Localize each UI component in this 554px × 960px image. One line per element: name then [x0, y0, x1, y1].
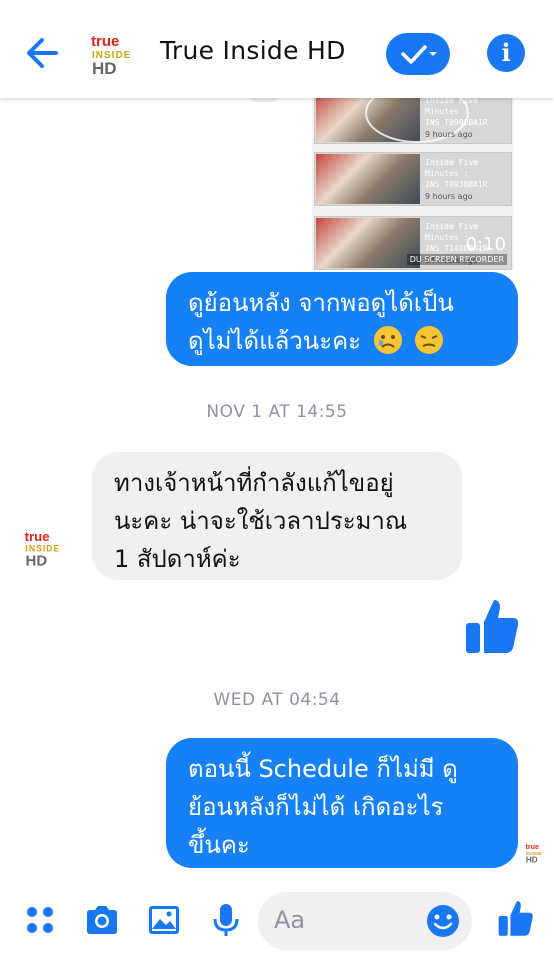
like-icon[interactable] [462, 596, 520, 656]
sad-face-emoji-icon [373, 326, 402, 354]
message-line: ตอนนี้ Schedule ก็ไม่มี ดู [188, 755, 458, 783]
message-line: ดูไม่ได้แล้วนะคะ [188, 327, 362, 355]
video-code: INS_T0900BA1R [425, 118, 488, 127]
timestamp-divider: NOV 1 AT 14:55 [206, 402, 348, 422]
video-thumbnail [316, 218, 420, 268]
logo-hd-text: HD [526, 856, 538, 864]
outgoing-message-bubble[interactable]: ตอนนี้ Schedule ก็ไม่มี ดู ย้อนหลังก็ไม่… [166, 738, 518, 868]
recorder-timer: 0:10 [465, 234, 506, 255]
video-caption: Inside Five Minutes : [425, 158, 478, 178]
incoming-message-bubble[interactable]: ทางเจ้าหน้าที่กำลังแก้ไขอยู่ นะคะ น่าจะใ… [92, 452, 462, 580]
video-thumbnail [316, 154, 420, 204]
message-line: ดูย้อนหลัง จากพอดูได้เป็น [188, 289, 454, 317]
photo-icon[interactable] [146, 902, 182, 938]
conversation-title[interactable]: True Inside HD [160, 36, 346, 65]
message-composer: Aa [0, 880, 554, 960]
page-avatar-logo[interactable]: true INSIDE HD [88, 32, 138, 78]
info-icon[interactable]: i [487, 34, 525, 72]
read-receipt-avatar: true INSIDE HD [524, 842, 548, 864]
logo-true-text: true [525, 842, 539, 851]
timestamp-divider: WED AT 04:54 [213, 690, 341, 710]
shared-screenshot-image[interactable]: Inside Five Minutes : INS_T0900BA1R 9 ho… [312, 90, 514, 270]
video-caption: Inside Five Minutes : [425, 96, 478, 116]
conversation-header: true INSIDE HD True Inside HD i [0, 0, 554, 98]
video-code: INS_T0930BA1R [425, 180, 488, 189]
camera-icon[interactable] [84, 902, 120, 938]
checkmark-dropdown-icon [401, 45, 437, 64]
video-time: 9 hours ago [425, 130, 473, 139]
apps-icon[interactable] [22, 902, 58, 938]
video-time: 9 hours ago [425, 192, 473, 201]
emoji-icon[interactable] [426, 904, 460, 938]
message-input[interactable]: Aa [258, 892, 472, 950]
tired-face-emoji-icon [415, 326, 444, 354]
video-list-item: Inside Five Minutes : INS_T0900BA1R 9 ho… [314, 90, 512, 144]
like-icon[interactable] [496, 898, 534, 938]
logo-true-text: true [25, 529, 50, 544]
message-line: ย้อนหลังก็ไม่ได้ เกิดอะไร [188, 793, 444, 821]
logo-true-text: true [91, 33, 119, 50]
back-arrow-icon[interactable] [22, 32, 64, 74]
logo-hd-text: HD [92, 59, 117, 76]
message-line: 1 สัปดาห์ค่ะ [114, 545, 241, 573]
quick-actions-button[interactable] [386, 33, 450, 75]
message-line: ขึ้นคะ [188, 831, 250, 859]
page-avatar[interactable]: true INSIDE HD [22, 528, 66, 572]
video-list-item: Inside Five Minutes : INS_T0930BA1R 9 ho… [314, 152, 512, 206]
message-line: นะคะ น่าจะใช้เวลาประมาณ [114, 507, 408, 535]
microphone-icon[interactable] [208, 902, 244, 938]
outgoing-message-bubble[interactable]: ดูย้อนหลัง จากพอดูได้เป็น ดูไม่ได้แล้วนะ… [166, 272, 518, 366]
logo-hd-text: HD [26, 553, 48, 568]
message-line: ทางเจ้าหน้าที่กำลังแก้ไขอยู่ [114, 469, 394, 497]
screen-recorder-label: DU SCREEN RECORDER [406, 254, 507, 265]
message-input-placeholder: Aa [274, 906, 306, 934]
